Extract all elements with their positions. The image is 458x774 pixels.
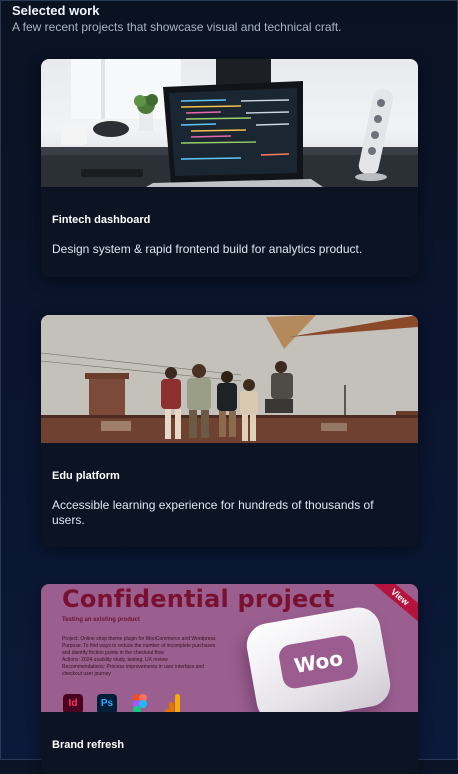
indesign-icon: Id — [63, 694, 83, 712]
image-heading: Confidential project — [62, 585, 335, 613]
portfolio-section: Selected work A few recent projects that… — [0, 0, 458, 774]
project-title: Fintech dashboard — [52, 214, 151, 226]
image-line: Purpose: To find ways to reduce the numb… — [62, 643, 216, 649]
image-line: Recommendations: Process improvements in… — [62, 664, 205, 670]
project-card-brand[interactable]: Confidential project Testing an existing… — [41, 584, 418, 774]
photoshop-icon: Ps — [97, 694, 117, 712]
image-line: checkout user journey — [62, 671, 111, 677]
project-image-rooftop — [41, 315, 418, 443]
image-line: Project: Online shop theme plugin for Wo… — [62, 636, 216, 642]
section-title: Selected work — [12, 3, 100, 18]
project-description: Accessible learning experience for hundr… — [52, 498, 374, 527]
project-description: Design system & rapid frontend build for… — [52, 242, 363, 256]
woo-logo-text: Woo — [277, 633, 360, 691]
analytics-icon — [165, 694, 181, 712]
image-line: and identify friction points in the chec… — [62, 650, 164, 656]
image-subheading: Testing an existing product — [62, 617, 140, 623]
project-title: Brand refresh — [52, 739, 125, 751]
figma-icon — [133, 694, 147, 712]
project-card-edu[interactable]: Edu platform Accessible learning experie… — [41, 315, 418, 547]
project-image-laptop — [41, 59, 418, 187]
image-line: Actions: 2024 usability study, testing, … — [62, 657, 168, 663]
project-card-fintech[interactable]: Fintech dashboard Design system & rapid … — [41, 59, 418, 277]
project-image-woocommerce: Confidential project Testing an existing… — [41, 584, 418, 712]
project-title: Edu platform — [52, 470, 120, 482]
woocommerce-logo: Woo — [243, 604, 394, 712]
section-subtitle: A few recent projects that showcase visu… — [12, 20, 342, 34]
